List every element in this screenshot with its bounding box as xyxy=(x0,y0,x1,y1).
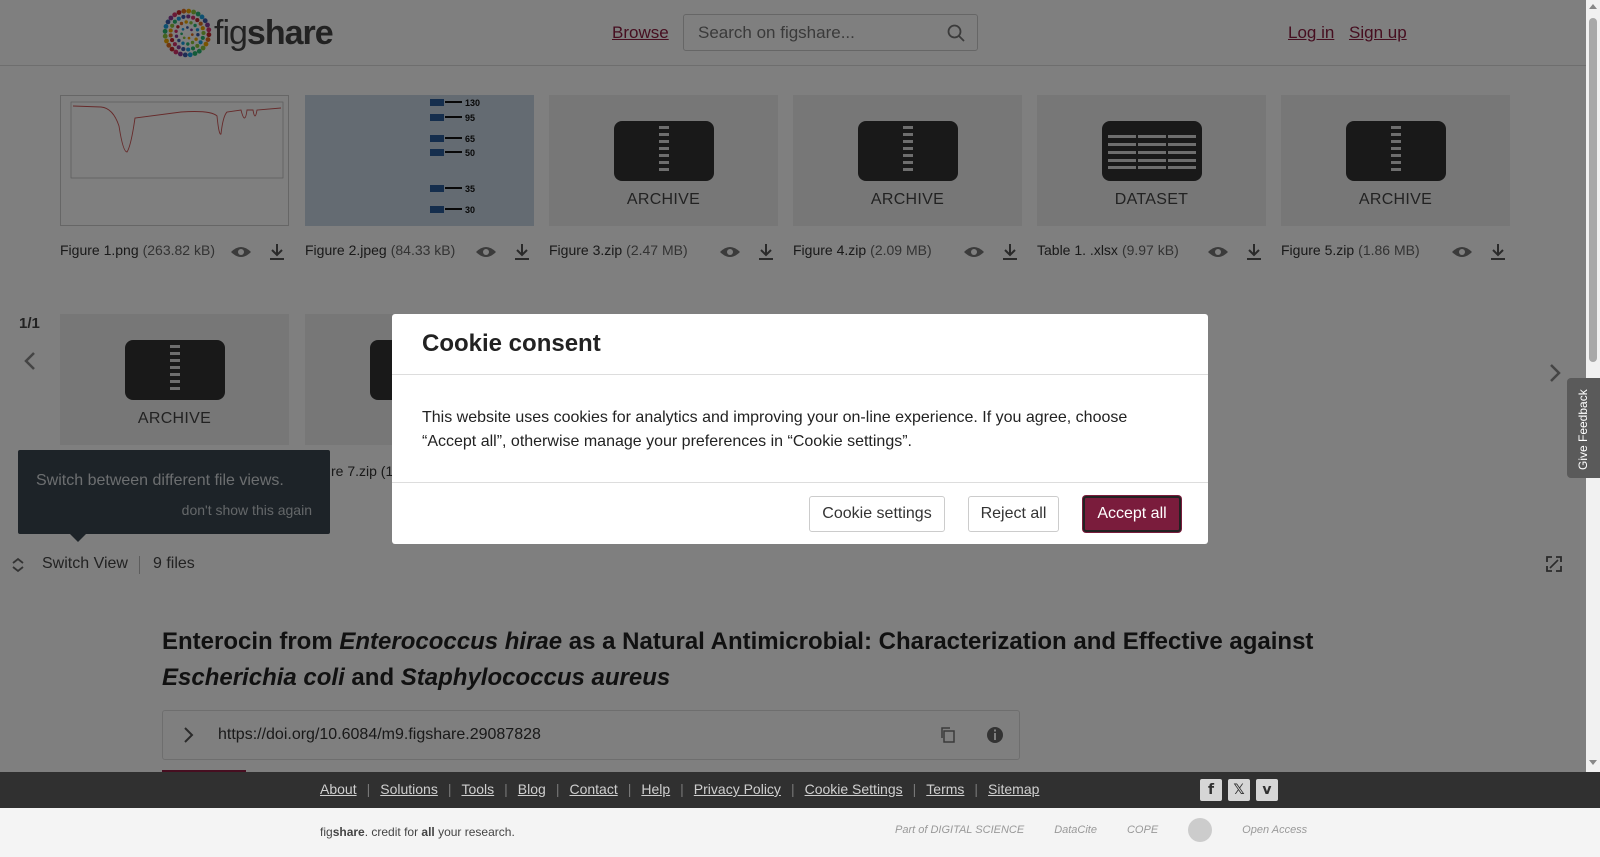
x-icon[interactable]: 𝕏 xyxy=(1228,779,1250,801)
scroll-up-arrow-icon[interactable] xyxy=(1589,4,1597,9)
footer-nav: About | Solutions | Tools | Blog | Contact | Help |… xyxy=(0,772,1600,808)
link-separator: | xyxy=(447,781,452,797)
link-separator: | xyxy=(555,781,560,797)
modal-title: Cookie consent xyxy=(422,330,601,357)
footer-link-cookie-settings[interactable]: Cookie Settings xyxy=(805,781,903,797)
social-links: f 𝕏 v xyxy=(1200,779,1278,801)
partner-logo[interactable]: COPE xyxy=(1127,824,1158,836)
link-separator: | xyxy=(504,781,508,797)
reject-all-button[interactable]: Reject all xyxy=(968,496,1059,532)
link-separator: | xyxy=(974,781,979,797)
partner-logo[interactable]: Open Access xyxy=(1242,824,1307,836)
divider xyxy=(392,374,1208,375)
feedback-label: Give Feedback xyxy=(1576,389,1590,470)
scroll-down-arrow-icon[interactable] xyxy=(1589,760,1597,765)
link-separator: | xyxy=(627,781,632,797)
scrollbar-thumb[interactable] xyxy=(1589,18,1597,362)
footer-link-blog[interactable]: Blog xyxy=(518,781,546,797)
partner-logos: Part of DIGITAL SCIENCE DataCite COPE Open … xyxy=(895,818,1307,842)
footer-link-about[interactable]: About xyxy=(320,781,357,797)
footer-links: About | Solutions | Tools | Blog | Contact | Help |… xyxy=(320,781,1039,797)
link-separator: | xyxy=(790,781,795,797)
accept-all-button[interactable]: Accept all xyxy=(1083,496,1181,532)
footer-bottom: figshare. credit for all your research. … xyxy=(0,808,1600,857)
partner-logo[interactable]: Part of DIGITAL SCIENCE xyxy=(895,824,1024,836)
give-feedback-tab[interactable]: Give Feedback xyxy=(1567,378,1600,478)
link-separator: | xyxy=(912,781,917,797)
cookie-settings-button[interactable]: Cookie settings xyxy=(809,496,945,532)
footer-link-contact[interactable]: Contact xyxy=(569,781,617,797)
partner-logo[interactable]: DataCite xyxy=(1054,824,1097,836)
footer-link-terms[interactable]: Terms xyxy=(926,781,964,797)
footer-link-tools[interactable]: Tools xyxy=(461,781,494,797)
facebook-icon[interactable]: f xyxy=(1200,779,1222,801)
footer-link-solutions[interactable]: Solutions xyxy=(380,781,438,797)
divider xyxy=(392,482,1208,483)
footer-link-privacy-policy[interactable]: Privacy Policy xyxy=(694,781,781,797)
cookie-consent-modal: Cookie consent This website uses cookies… xyxy=(392,314,1208,544)
footer-tagline: figshare. credit for all your research. xyxy=(320,825,515,839)
modal-body: This website uses cookies for analytics … xyxy=(422,409,1128,450)
footer-link-sitemap[interactable]: Sitemap xyxy=(988,781,1039,797)
vimeo-icon[interactable]: v xyxy=(1256,779,1278,801)
partner-logo[interactable] xyxy=(1188,818,1213,842)
footer-link-help[interactable]: Help xyxy=(641,781,670,797)
link-separator: | xyxy=(680,781,684,797)
link-separator: | xyxy=(366,781,371,797)
